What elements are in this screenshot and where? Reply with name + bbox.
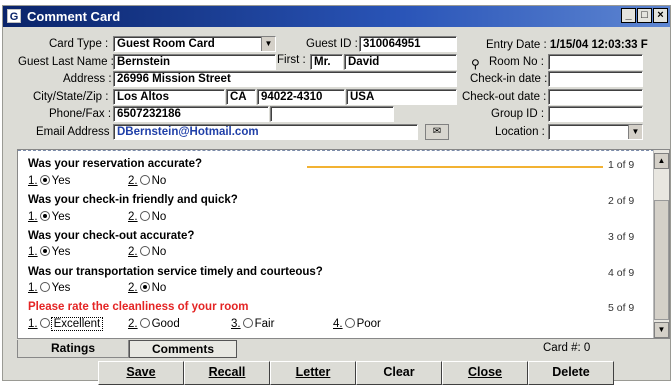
location-label: Location : — [495, 126, 545, 138]
app-icon: G — [7, 9, 21, 23]
guest-id-field[interactable]: 310064951 — [359, 36, 457, 52]
key-icon[interactable]: ⚲ — [471, 57, 480, 71]
radio-icon — [39, 282, 50, 292]
address-field[interactable]: 26996 Mission Street — [113, 71, 457, 87]
survey-scrollbar[interactable]: ▲ ▼ — [653, 150, 669, 338]
question-1: Was your reservation accurate? — [28, 158, 203, 170]
radio-icon — [344, 318, 355, 328]
scroll-up-icon[interactable]: ▲ — [654, 153, 669, 169]
card-number: Card #: 0 — [543, 342, 591, 354]
close-window-button[interactable]: × — [653, 8, 668, 23]
q5-option-excellent[interactable]: 1. Excellent — [28, 317, 104, 331]
accent-line — [307, 166, 603, 168]
title-field[interactable]: Mr. — [310, 54, 343, 70]
entry-date-value: 1/15/04 12:03:33 F — [549, 39, 648, 51]
group-id-label: Group ID : — [491, 108, 545, 120]
question-5-number: 5 of 9 — [608, 302, 635, 314]
room-no-label: Room No : — [489, 56, 544, 68]
location-select[interactable]: ▼ — [548, 124, 643, 140]
guest-last-name-label: Guest Last Name : — [18, 56, 114, 68]
divider — [18, 150, 669, 153]
phone-field[interactable]: 6507232186 — [113, 106, 269, 122]
q2-option-no[interactable]: 2. No — [128, 211, 166, 223]
scroll-down-icon[interactable]: ▼ — [654, 322, 669, 338]
question-4: Was our transportation service timely an… — [28, 266, 323, 278]
city-state-zip-label: City/State/Zip : — [33, 91, 109, 103]
radio-selected-icon — [39, 175, 50, 185]
q5-option-fair[interactable]: 3. Fair — [231, 318, 274, 330]
email-field[interactable]: DBernstein@Hotmail.com — [113, 124, 418, 140]
q4-option-no[interactable]: 2. No — [128, 282, 166, 294]
envelope-icon[interactable]: ✉ — [425, 124, 449, 140]
q4-option-yes[interactable]: 1. Yes — [28, 282, 70, 294]
minimize-button[interactable]: _ — [621, 8, 636, 23]
question-5: Please rate the cleanliness of your room — [28, 301, 249, 313]
email-label: Email Address : — [36, 126, 116, 138]
title-bar: G Comment Card _ □ × — [3, 6, 670, 27]
scroll-thumb[interactable] — [654, 200, 669, 320]
radio-selected-icon — [39, 211, 50, 221]
state-field[interactable]: CA — [226, 89, 256, 105]
radio-selected-icon — [139, 282, 150, 292]
radio-icon — [139, 175, 150, 185]
close-button[interactable]: Close — [442, 361, 528, 385]
question-2: Was your check-in friendly and quick? — [28, 194, 238, 206]
guest-id-label: Guest ID : — [306, 38, 358, 50]
card-type-select[interactable]: Guest Room Card ▼ — [113, 36, 276, 52]
chevron-down-icon: ▼ — [628, 125, 642, 139]
q1-option-yes[interactable]: 1. Yes — [28, 175, 70, 187]
radio-icon — [39, 318, 50, 328]
country-field[interactable]: USA — [346, 89, 457, 105]
q3-option-yes[interactable]: 1. Yes — [28, 246, 70, 258]
recall-button[interactable]: Recall — [184, 361, 270, 385]
q1-option-no[interactable]: 2. No — [128, 175, 166, 187]
entry-date: Entry Date : 1/15/04 12:03:33 F — [486, 39, 648, 51]
entry-date-label: Entry Date : — [486, 39, 547, 51]
save-button[interactable]: Save — [98, 361, 184, 385]
clear-button[interactable]: Clear — [356, 361, 442, 385]
card-type-label: Card Type : — [49, 38, 109, 50]
last-name-field[interactable]: Bernstein — [113, 54, 276, 70]
survey-panel: Was your reservation accurate? 1 of 9 1.… — [17, 149, 670, 339]
address-label: Address : — [63, 73, 112, 85]
window-controls: _ □ × — [621, 8, 668, 23]
comment-card-window: G Comment Card _ □ × Card Type : Guest R… — [2, 5, 671, 385]
q5-option-poor[interactable]: 4. Poor — [333, 318, 381, 330]
radio-icon — [242, 318, 253, 328]
zip-field[interactable]: 94022-4310 — [257, 89, 345, 105]
fax-field[interactable] — [270, 106, 394, 122]
window-title: Comment Card — [27, 9, 121, 24]
question-3: Was your check-out accurate? — [28, 230, 195, 242]
card-type-value: Guest Room Card — [117, 38, 215, 50]
question-4-number: 4 of 9 — [608, 267, 635, 279]
q3-option-no[interactable]: 2. No — [128, 246, 166, 258]
maximize-button[interactable]: □ — [637, 8, 652, 23]
radio-icon — [139, 318, 150, 328]
q2-option-yes[interactable]: 1. Yes — [28, 211, 70, 223]
check-out-label: Check-out date : — [462, 91, 547, 103]
q5-option-good[interactable]: 2. Good — [128, 318, 180, 330]
first-label: First : — [277, 54, 306, 66]
question-1-number: 1 of 9 — [608, 159, 635, 171]
phone-fax-label: Phone/Fax : — [49, 108, 112, 120]
check-in-label: Check-in date : — [470, 73, 548, 85]
check-out-field[interactable] — [548, 89, 643, 105]
question-2-number: 2 of 9 — [608, 195, 635, 207]
city-field[interactable]: Los Altos — [113, 89, 225, 105]
chevron-down-icon: ▼ — [261, 37, 275, 51]
question-3-number: 3 of 9 — [608, 231, 635, 243]
radio-icon — [139, 211, 150, 221]
check-in-field[interactable] — [548, 71, 643, 87]
room-no-field[interactable] — [548, 54, 643, 70]
group-id-field[interactable] — [548, 106, 643, 122]
tab-ratings[interactable]: Ratings — [17, 340, 129, 358]
tab-comments[interactable]: Comments — [129, 340, 237, 358]
delete-button[interactable]: Delete — [528, 361, 614, 385]
radio-icon — [139, 246, 150, 256]
letter-button[interactable]: Letter — [270, 361, 356, 385]
radio-selected-icon — [39, 246, 50, 256]
first-name-field[interactable]: David — [344, 54, 457, 70]
command-bar: Save Recall Letter Clear Close Delete — [98, 361, 614, 385]
